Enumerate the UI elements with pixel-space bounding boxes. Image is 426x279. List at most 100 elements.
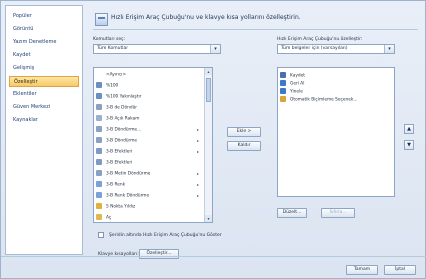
command-label: 5 Nokta Yıldız	[106, 204, 136, 210]
command-list-item[interactable]: 5 Nokta Yıldız	[96, 203, 200, 210]
command-label: %100	[106, 83, 119, 89]
command-list-item[interactable]: 3-B Döndürme... ▸	[96, 126, 200, 133]
3d-rotate-icon	[96, 170, 102, 176]
cancel-button[interactable]: İptal	[384, 265, 416, 275]
move-down-button[interactable]: ▼	[404, 140, 414, 150]
command-label: 3-B Renk	[106, 182, 126, 188]
customize-shortcuts-button[interactable]: Özelleştir...	[139, 249, 179, 259]
toolbar-command-label: Otomatik Biçimleme Seçenek...	[290, 97, 358, 103]
command-list-item[interactable]: 3-B Döndürme ▸	[96, 137, 200, 144]
command-label: Aç	[106, 215, 112, 221]
submenu-arrow-icon: ▸	[197, 171, 200, 176]
autoformat-icon	[280, 96, 286, 102]
star-icon	[96, 203, 102, 209]
command-list-item[interactable]: 3-B Renk ▸	[96, 181, 200, 188]
chevron-down-icon: ▾	[210, 45, 220, 53]
command-list-item[interactable]: 3-B de Döndür	[96, 104, 200, 111]
nav-item-7[interactable]: Güven Merkezi	[9, 102, 79, 113]
command-label: %100 Yakınlaştır	[106, 94, 142, 100]
choose-commands-dropdown[interactable]: Tüm Komutlar ▾	[93, 44, 221, 54]
nav-item-8[interactable]: Kaynaklar	[9, 115, 79, 126]
command-label: 3-B Renk Döndürme	[106, 193, 150, 199]
customize-toolbar-dropdown[interactable]: Tüm belgeler için (varsayılan) ▾	[277, 44, 395, 54]
submenu-arrow-icon: ▸	[197, 127, 200, 132]
toolbar-command-label: Yinele	[290, 89, 303, 95]
submenu-arrow-icon: ▸	[197, 193, 200, 198]
nav-item-1[interactable]: Görüntü	[9, 24, 79, 35]
nav-item-5[interactable]: Özelleştir	[9, 76, 79, 87]
zoom-icon	[96, 93, 102, 99]
options-dialog: Popüler Görüntü Yazım Denetleme Kaydet Geliş…	[0, 0, 426, 279]
3d-icon	[96, 115, 102, 121]
command-label: 3-B Döndürme	[106, 138, 138, 144]
toolbar-command-label: Geri Al	[290, 81, 305, 87]
zoom-icon	[96, 82, 102, 88]
command-list-item[interactable]: 3-B Efektleri	[96, 159, 200, 166]
command-list-item[interactable]: 3-B Renk Döndürme ▸	[96, 192, 200, 199]
options-nav: Popüler Görüntü Yazım Denetleme Kaydet Geliş…	[5, 5, 83, 255]
command-list-item[interactable]: 3-B Metin Döndürme ▸	[96, 170, 200, 177]
redo-icon	[280, 88, 286, 94]
open-folder-icon	[96, 214, 102, 220]
move-up-button[interactable]: ▲	[404, 124, 414, 134]
command-label: 3-B Efektleri	[106, 149, 133, 155]
command-list-item[interactable]: <Ayırıcı>	[96, 71, 200, 78]
command-label: <Ayırıcı>	[106, 72, 127, 78]
command-list-item[interactable]: Aç	[96, 214, 200, 221]
undo-icon	[280, 80, 286, 86]
nav-item-0[interactable]: Popüler	[9, 11, 79, 22]
customize-toolbar-label: Hızlı Erişim Araç Çubuğu'nu özelleştir:	[277, 37, 363, 42]
command-label: 3-B Döndürme...	[106, 127, 142, 133]
command-list-item[interactable]: %100 Yakınlaştır	[96, 93, 200, 100]
show-below-ribbon-checkbox[interactable]	[98, 232, 104, 238]
3d-effects-icon	[96, 148, 102, 154]
commands-scrollbar[interactable]: ▴ ▾	[204, 68, 212, 222]
command-list-item[interactable]: 3-B Efektleri ▸	[96, 148, 200, 155]
toolbar-icon	[95, 13, 108, 26]
command-label: 3-B Açık Rakam	[106, 116, 140, 122]
page-title: Hızlı Erişim Araç Çubuğu'nu ve klavye kı…	[111, 14, 301, 21]
footer-divider	[1, 256, 426, 257]
color-icon	[96, 181, 102, 187]
nav-item-3[interactable]: Kaydet	[9, 50, 79, 61]
toolbar-command-item[interactable]: Kaydet	[280, 72, 392, 79]
nav-item-4[interactable]: Gelişmiş	[9, 63, 79, 74]
toolbar-command-item[interactable]: Otomatik Biçimleme Seçenek...	[280, 96, 392, 103]
show-below-ribbon-label: Şeridin altında Hızlı Erişim Araç Çubuğu…	[109, 233, 222, 238]
customize-toolbar-value: Tüm belgeler için (varsayılan)	[281, 46, 348, 51]
command-list-item[interactable]: %100	[96, 82, 200, 89]
color-icon	[96, 192, 102, 198]
commands-list[interactable]: ▴ ▾ <Ayırıcı> %100 %100 Yakınlaştır 3-B de …	[93, 67, 213, 223]
command-list-item[interactable]: 3-B Açık Rakam	[96, 115, 200, 122]
remove-button[interactable]: Kaldır	[227, 141, 261, 151]
toolbar-command-item[interactable]: Yinele	[280, 88, 392, 95]
scroll-down-icon[interactable]: ▾	[205, 215, 212, 222]
add-button[interactable]: Ekle >	[227, 127, 261, 137]
reset-button[interactable]: Sıfırla...	[321, 208, 355, 218]
command-label: 3-B Efektleri	[106, 160, 133, 166]
choose-commands-value: Tüm Komutlar	[97, 46, 129, 51]
toolbar-command-item[interactable]: Geri Al	[280, 80, 392, 87]
submenu-arrow-icon: ▸	[197, 149, 200, 154]
edit-button[interactable]: Düzelt...	[277, 208, 307, 218]
chevron-down-icon: ▾	[384, 45, 394, 53]
3d-rotate-icon	[96, 104, 102, 110]
3d-rotate-icon	[96, 137, 102, 143]
ok-button[interactable]: Tamam	[346, 265, 378, 275]
3d-effects-icon	[96, 159, 102, 165]
scroll-thumb[interactable]	[206, 78, 211, 102]
toolbar-commands-list[interactable]: Kaydet Geri Al Yinele Otomatik Biçimleme Se…	[277, 67, 395, 197]
header-divider	[93, 29, 418, 30]
nav-item-2[interactable]: Yazım Denetleme	[9, 37, 79, 48]
nav-item-6[interactable]: Eklentiler	[9, 89, 79, 100]
submenu-arrow-icon: ▸	[197, 138, 200, 143]
choose-commands-label: Komutları seç:	[93, 37, 126, 42]
scroll-up-icon[interactable]: ▴	[205, 68, 212, 75]
submenu-arrow-icon: ▸	[197, 182, 200, 187]
separator-icon	[96, 71, 102, 77]
command-label: 3-B Metin Döndürme	[106, 171, 151, 177]
toolbar-command-label: Kaydet	[290, 73, 305, 79]
3d-rotate-icon	[96, 126, 102, 132]
command-label: 3-B de Döndür	[106, 105, 138, 111]
save-icon	[280, 72, 286, 78]
